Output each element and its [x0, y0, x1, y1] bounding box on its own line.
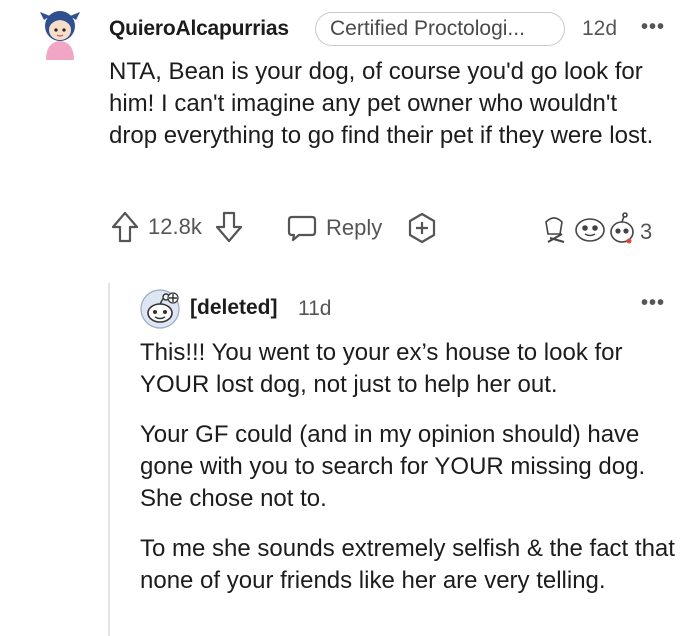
user-flair-badge: Certified Proctologi... [315, 12, 565, 46]
award-count: 3 [640, 218, 653, 244]
award-button[interactable] [405, 211, 439, 250]
awards-display[interactable]: 3 [542, 212, 652, 251]
reply-paragraph: To me she sounds extremely selfish & the… [140, 535, 675, 594]
comment-username[interactable]: QuieroAlcapurrias [109, 17, 289, 41]
comment-body: NTA, Bean is your dog, of course you'd g… [109, 58, 654, 149]
awards-icon [542, 212, 638, 251]
reply-paragraph: Your GF could (and in my opinion should)… [140, 421, 646, 512]
reply-username: [deleted] [190, 296, 278, 319]
vote-count: 12.8k [148, 214, 202, 239]
avatar[interactable] [38, 6, 82, 60]
downvote-arrow-icon [214, 210, 244, 249]
thread-line[interactable] [108, 283, 110, 636]
downvote-button[interactable] [214, 210, 244, 249]
award-plus-icon [405, 211, 439, 250]
more-options-icon[interactable]: ••• [641, 16, 665, 39]
upvote-button[interactable] [110, 210, 140, 249]
speech-bubble-icon [286, 212, 318, 244]
reply-body: This!!! You went to your ex’s house to l… [140, 337, 680, 615]
reply-label: Reply [326, 215, 383, 240]
reply-timestamp: 11d [298, 297, 332, 320]
comment-timestamp: 12d [582, 17, 618, 40]
avatar[interactable] [140, 289, 180, 329]
reply-button[interactable]: Reply [286, 212, 382, 244]
more-options-icon[interactable]: ••• [641, 292, 665, 315]
upvote-arrow-icon [110, 210, 140, 249]
reply-paragraph: This!!! You went to your ex’s house to l… [140, 339, 623, 398]
